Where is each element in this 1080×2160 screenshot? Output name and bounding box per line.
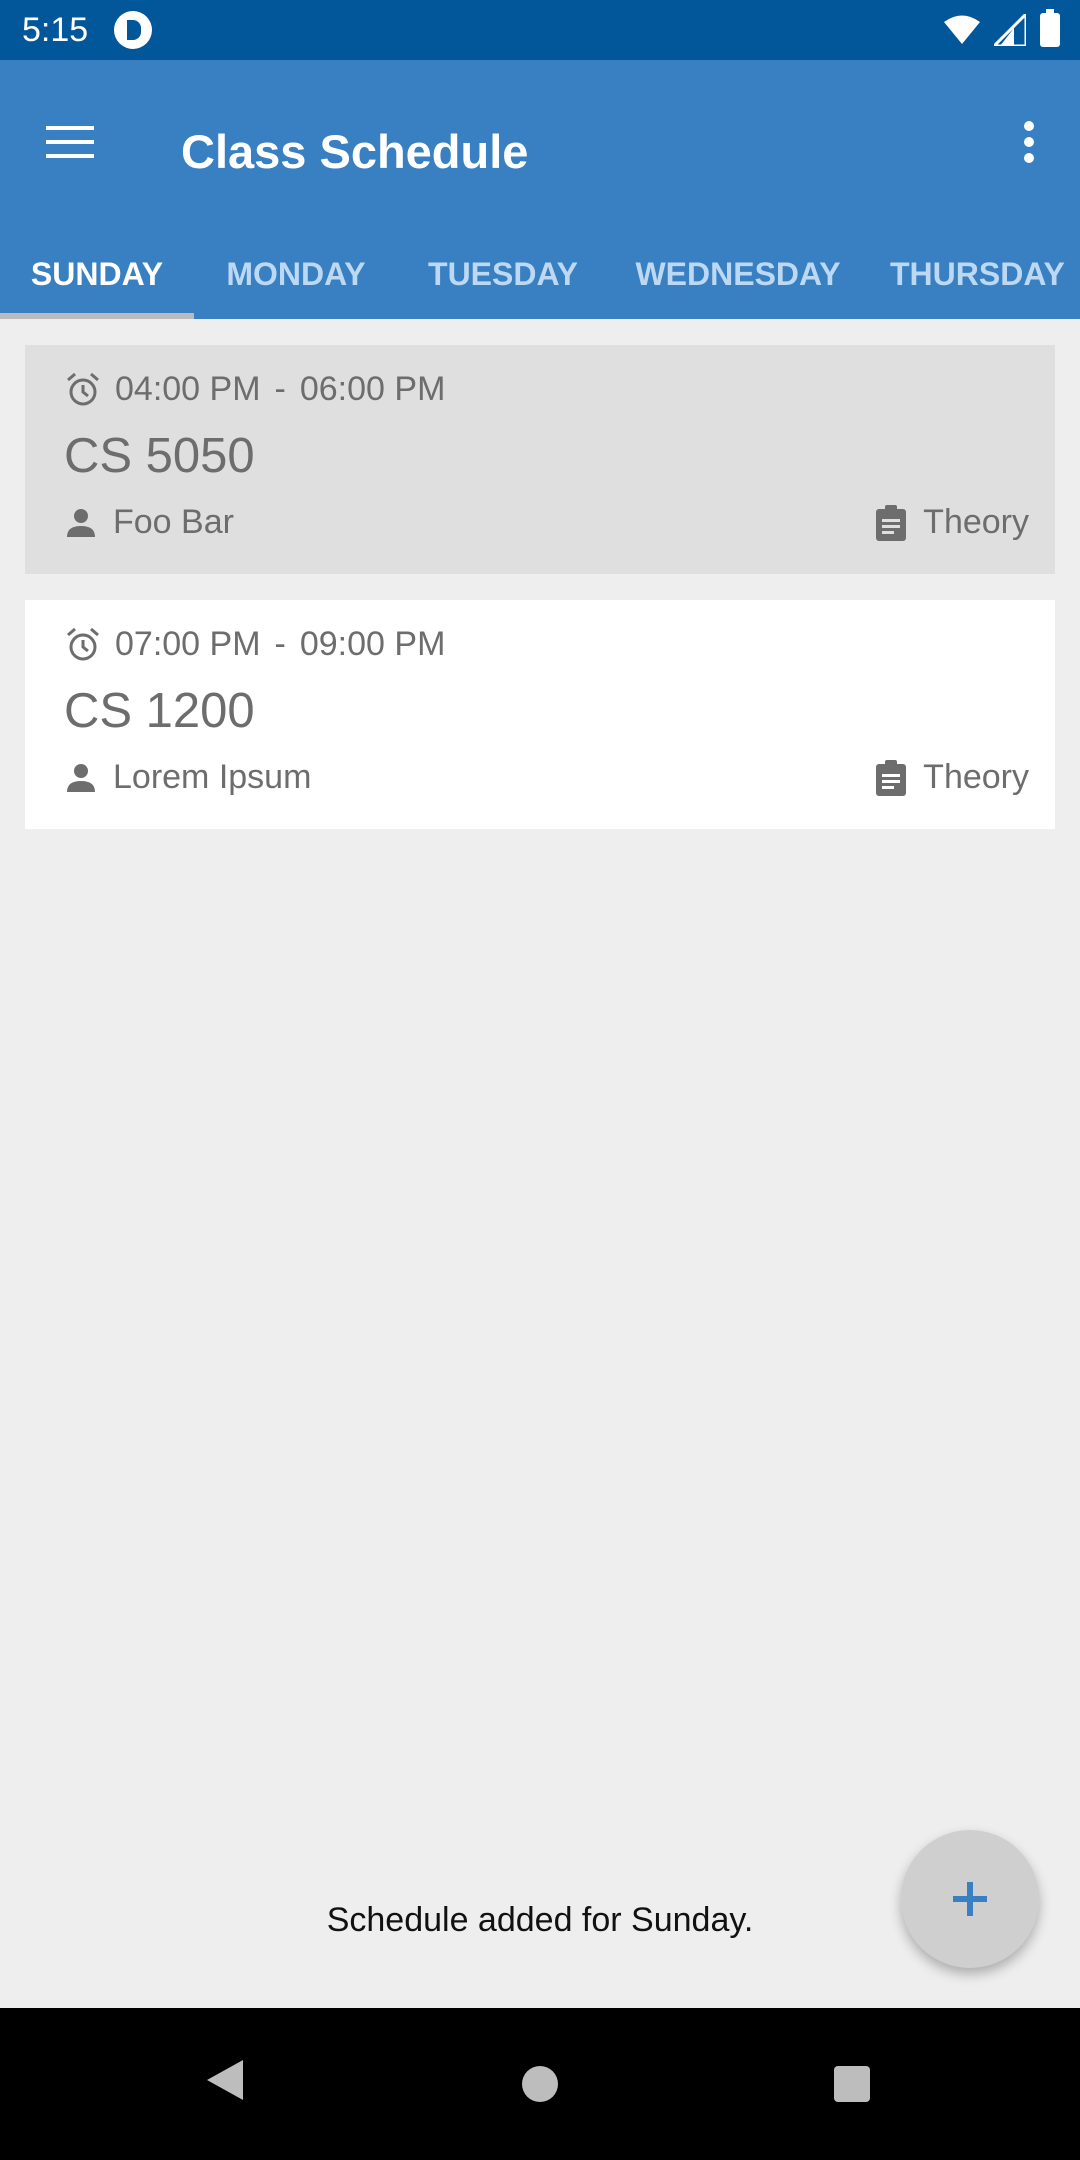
tab-tuesday[interactable]: TUESDAY xyxy=(398,230,608,319)
class-type-label: Theory xyxy=(923,503,1029,541)
time-separator: - xyxy=(274,370,286,408)
class-type: Theory xyxy=(875,758,1029,797)
class-end-time: 06:00 PM xyxy=(299,370,446,408)
class-type-label: Theory xyxy=(923,758,1029,796)
class-card[interactable]: 04:00 PM - 06:00 PM CS 5050 Foo Bar Theo… xyxy=(25,345,1055,574)
instructor-name: Foo Bar xyxy=(113,503,234,541)
tab-thursday[interactable]: THURSDAY xyxy=(868,230,1080,319)
status-indicators xyxy=(944,9,1060,48)
class-code: CS 1200 xyxy=(64,684,255,738)
class-end-time: 09:00 PM xyxy=(299,625,446,663)
app-notification-icon xyxy=(114,11,152,49)
instructor-name: Lorem Ipsum xyxy=(113,758,312,796)
class-type: Theory xyxy=(875,503,1029,542)
tab-monday[interactable]: MONDAY xyxy=(194,230,398,319)
class-time: 07:00 PM - 09:00 PM xyxy=(65,625,445,664)
tab-sunday[interactable]: SUNDAY xyxy=(0,230,194,319)
class-code: CS 5050 xyxy=(64,429,255,483)
class-start-time: 07:00 PM xyxy=(115,625,261,663)
class-instructor: Foo Bar xyxy=(65,503,234,542)
app-bar: Class Schedule SUNDAY MONDAY TUESDAY WED… xyxy=(0,60,1080,319)
alarm-icon xyxy=(65,372,101,408)
status-time: 5:15 xyxy=(22,11,89,49)
system-nav-bar xyxy=(0,2008,1080,2160)
alarm-icon xyxy=(65,627,101,663)
class-time: 04:00 PM - 06:00 PM xyxy=(65,370,445,409)
time-separator: - xyxy=(274,625,286,663)
tab-wednesday[interactable]: WEDNESDAY xyxy=(608,230,868,319)
add-schedule-button[interactable] xyxy=(901,1830,1039,1968)
back-icon[interactable] xyxy=(205,2058,245,2102)
person-icon xyxy=(65,762,97,794)
home-icon[interactable] xyxy=(522,2066,558,2102)
class-instructor: Lorem Ipsum xyxy=(65,758,311,797)
overflow-menu-button[interactable] xyxy=(1004,108,1054,176)
person-icon xyxy=(65,507,97,539)
day-tabs: SUNDAY MONDAY TUESDAY WEDNESDAY THURSDAY xyxy=(0,230,1080,319)
cell-signal-icon xyxy=(994,14,1026,46)
clipboard-icon xyxy=(875,504,907,541)
hamburger-menu-icon xyxy=(46,126,94,158)
clipboard-icon xyxy=(875,759,907,796)
recents-icon[interactable] xyxy=(834,2066,870,2102)
class-card[interactable]: 07:00 PM - 09:00 PM CS 1200 Lorem Ipsum … xyxy=(25,600,1055,829)
more-vert-icon xyxy=(1024,121,1034,163)
menu-button[interactable] xyxy=(36,108,104,176)
wifi-icon xyxy=(944,15,980,44)
class-start-time: 04:00 PM xyxy=(115,370,261,408)
plus-icon xyxy=(953,1882,987,1916)
tab-indicator xyxy=(0,313,194,319)
battery-icon xyxy=(1040,9,1060,47)
status-bar: 5:15 xyxy=(0,0,1080,60)
page-title: Class Schedule xyxy=(181,125,529,178)
